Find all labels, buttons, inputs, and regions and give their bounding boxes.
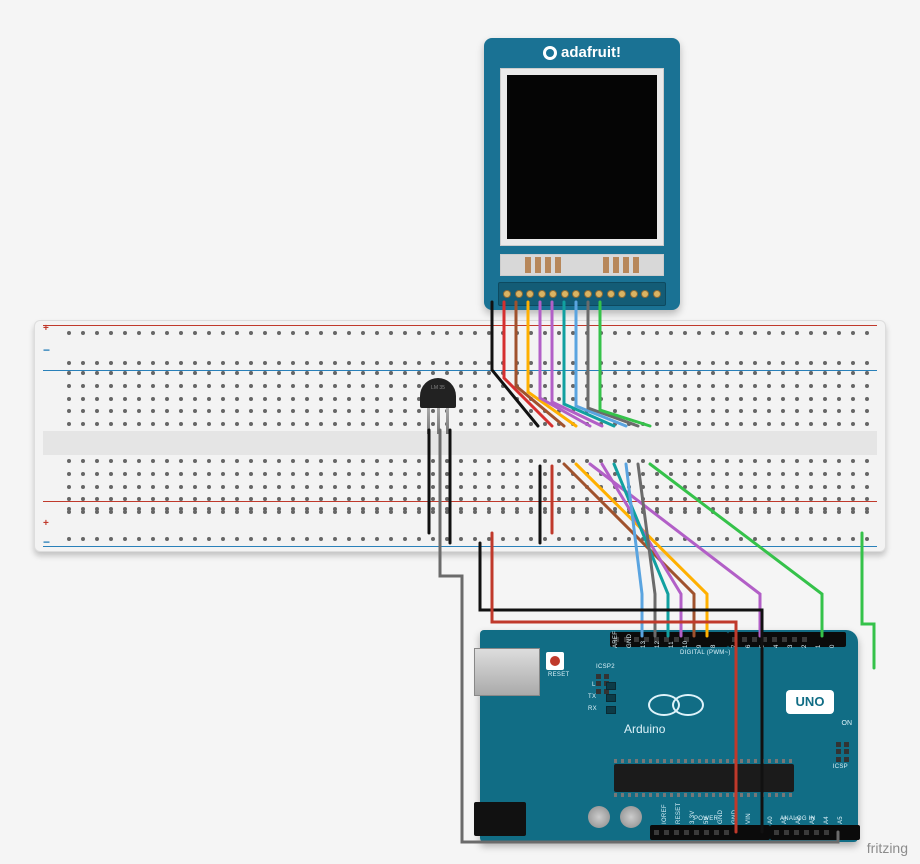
pin-label-d5: 5 [760, 644, 766, 648]
rail-plus-bottom: + [43, 518, 49, 529]
led-l: L [592, 682, 596, 688]
pin-label-10: 10 [683, 641, 689, 648]
center-channel [43, 431, 877, 455]
top-rail [43, 327, 877, 369]
bottom-rail [43, 503, 877, 545]
capacitors [588, 806, 642, 828]
tft-screen-bezel [500, 68, 664, 246]
power-header [650, 825, 770, 840]
pin-label-vin: VIN [746, 813, 752, 824]
pin-label-d0: 0 [830, 644, 836, 648]
wire-3v3 [862, 533, 874, 668]
pin-label-a0: A0 [768, 816, 774, 824]
uno-badge: UNO [786, 690, 834, 714]
pin-label-d7: 7 [732, 644, 738, 648]
field-top [43, 371, 877, 426]
sensor-legs [420, 408, 456, 434]
rail-minus-bottom: − [43, 535, 50, 549]
pin-label-gnd: GND [718, 810, 724, 824]
adafruit-flower-icon [543, 46, 557, 60]
pin-label-d4: 4 [774, 644, 780, 648]
pin-label-aref: AREF [613, 631, 619, 648]
board-name: Arduino [624, 722, 665, 736]
adafruit-tft-display: adafruit! [484, 38, 680, 310]
tft-screen [507, 75, 657, 239]
led-rx: RX [588, 706, 597, 712]
pin-label-a2: A2 [796, 816, 802, 824]
pin-label-12: 12 [655, 641, 661, 648]
atmega-chip [614, 764, 794, 792]
fritzing-diagram: + − + − adafruit! LM 35 [0, 0, 920, 864]
pin-label-8: 8 [711, 644, 717, 648]
led-block [606, 682, 616, 714]
pin-label-ioref: IOREF [662, 804, 668, 824]
pin-label-11: 11 [669, 641, 675, 648]
arduino-logo-icon [648, 694, 680, 716]
digital-label: DIGITAL (PWM~) [680, 650, 731, 656]
reset-button [546, 652, 564, 670]
pin-label-gnd: GND [627, 634, 633, 648]
pin-label-reset: RESET [676, 802, 682, 824]
arduino-uno: RESET ICSP2 L TX RX UNO Arduino ON ICSP … [480, 630, 858, 842]
pin-label-3.3v: 3.3V [690, 810, 696, 824]
reset-label: RESET [548, 672, 570, 678]
pin-label-d2: 2 [802, 644, 808, 648]
pin-label-a5: A5 [838, 816, 844, 824]
analog-header [770, 825, 860, 840]
breadboard: + − + − [34, 320, 886, 552]
pin-label-9: 9 [697, 644, 703, 648]
pin-label-gnd: GND [732, 810, 738, 824]
barrel-jack [474, 802, 526, 836]
pin-label-d1: 1 [816, 644, 822, 648]
icsp-header [836, 742, 850, 762]
icsp2-label: ICSP2 [596, 664, 615, 670]
tft-brand: adafruit! [484, 44, 680, 61]
pin-label-d3: 3 [788, 644, 794, 648]
lm35-temperature-sensor: LM 35 [420, 378, 456, 432]
sensor-body: LM 35 [420, 378, 456, 408]
on-led-label: ON [842, 720, 853, 727]
pin-label-5v: 5V [704, 816, 710, 824]
pin-label-d6: 6 [746, 644, 752, 648]
pin-label-a1: A1 [782, 816, 788, 824]
icsp-label: ICSP [833, 764, 848, 770]
pin-label-13: 13 [641, 641, 647, 648]
pin-label-a3: A3 [810, 816, 816, 824]
pin-label-a4: A4 [824, 816, 830, 824]
tft-pin-header [498, 282, 666, 306]
tft-flex-connector [500, 254, 664, 276]
sensor-label: LM 35 [420, 378, 456, 392]
usb-port [474, 648, 540, 696]
led-tx: TX [588, 694, 596, 700]
attribution: fritzing [867, 840, 908, 856]
